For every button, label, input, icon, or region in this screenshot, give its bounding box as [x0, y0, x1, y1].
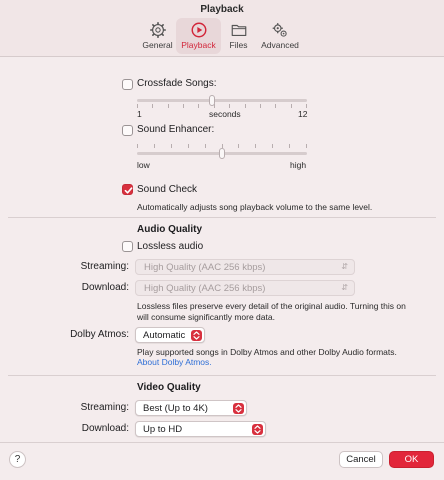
- video-download-popup[interactable]: Up to HD: [135, 421, 266, 437]
- play-circle-icon: [191, 22, 206, 38]
- window-title: Playback: [200, 4, 244, 15]
- lossless-description-line1: Lossless files preserve every detail of …: [137, 301, 406, 311]
- about-dolby-atmos-link[interactable]: About Dolby Atmos.: [137, 357, 212, 368]
- separator: [8, 217, 436, 218]
- slider-tick: [238, 144, 239, 148]
- slider-tick: [188, 144, 189, 148]
- slider-tick: [205, 144, 206, 148]
- separator: [8, 375, 436, 376]
- video-download-label: Download:: [81, 423, 129, 434]
- slider-tick: [168, 104, 169, 108]
- slider-tick: [137, 104, 138, 108]
- cancel-button[interactable]: Cancel: [339, 451, 383, 468]
- tab-files[interactable]: Files: [221, 18, 256, 54]
- slider-tick: [272, 144, 273, 148]
- sound-check-description: Automatically adjusts song playback volu…: [137, 202, 373, 212]
- audio-streaming-select[interactable]: High Quality (AAC 256 kbps) ⇵: [135, 259, 355, 275]
- sound-enhancer-label: Sound Enhancer:: [137, 124, 215, 135]
- video-streaming-label: Streaming:: [80, 402, 129, 413]
- video-streaming-popup[interactable]: Best (Up to 4K): [135, 400, 247, 416]
- chevron-updown-icon: [191, 330, 202, 341]
- tab-files-label: Files: [229, 40, 248, 50]
- slider-tick: [291, 104, 292, 108]
- ok-button[interactable]: OK: [389, 451, 434, 468]
- crossfade-min-label: 1: [137, 109, 142, 119]
- audio-download-label: Download:: [81, 282, 129, 293]
- sound-enhancer-checkbox[interactable]: [122, 125, 133, 136]
- slider-tick: [183, 104, 184, 108]
- slider-tick: [198, 104, 199, 108]
- chevron-updown-icon: [252, 424, 263, 435]
- audio-streaming-value: High Quality (AAC 256 kbps): [144, 262, 266, 273]
- tab-playback-label: Playback: [181, 40, 216, 50]
- slider-tick: [275, 104, 276, 108]
- crossfade-checkbox[interactable]: [122, 79, 133, 90]
- sound-enhancer-slider-knob[interactable]: [219, 148, 225, 159]
- crossfade-unit-label: seconds: [209, 109, 241, 119]
- slider-tick: [289, 144, 290, 148]
- gears-icon: [272, 23, 287, 37]
- tab-general-label: General: [142, 40, 173, 50]
- slider-tick: [137, 144, 138, 148]
- audio-download-select[interactable]: High Quality (AAC 256 kbps) ⇵: [135, 280, 355, 296]
- slider-tick: [260, 104, 261, 108]
- sound-check-label: Sound Check: [137, 184, 198, 195]
- video-quality-heading: Video Quality: [137, 382, 201, 393]
- slider-tick: [152, 104, 153, 108]
- gear-icon: [149, 21, 166, 39]
- dolby-atmos-label: Dolby Atmos:: [70, 329, 129, 340]
- tab-playback[interactable]: Playback: [176, 18, 221, 54]
- tab-general[interactable]: General: [139, 18, 176, 54]
- tab-advanced[interactable]: Advanced: [256, 18, 304, 54]
- video-download-value: Up to HD: [143, 424, 183, 435]
- chevron-updown-icon: [233, 403, 244, 414]
- footer-separator: [0, 442, 444, 443]
- crossfade-slider-knob[interactable]: [209, 95, 215, 106]
- crossfade-max-label: 12: [298, 109, 308, 119]
- crossfade-label: Crossfade Songs:: [137, 78, 217, 89]
- title-bar: Playback General Playback Files Advanced: [0, 0, 444, 57]
- tab-advanced-label: Advanced: [261, 40, 299, 50]
- chevron-updown-icon: ⇵: [341, 283, 348, 292]
- dolby-atmos-popup[interactable]: Automatic: [135, 327, 205, 343]
- slider-tick: [245, 104, 246, 108]
- slider-tick: [306, 104, 307, 108]
- slider-tick: [171, 144, 172, 148]
- sound-check-checkbox[interactable]: [122, 184, 133, 195]
- sound-enhancer-high-label: high: [290, 160, 307, 170]
- sound-enhancer-low-label: low: [137, 160, 150, 170]
- video-streaming-value: Best (Up to 4K): [143, 403, 208, 414]
- dolby-atmos-value: Automatic: [143, 330, 186, 341]
- chevron-updown-icon: ⇵: [341, 262, 348, 271]
- lossless-description-line2: will consume significantly more data.: [137, 312, 275, 322]
- lossless-audio-checkbox[interactable]: [122, 241, 133, 252]
- slider-tick: [255, 144, 256, 148]
- folder-icon: [231, 24, 246, 36]
- preferences-toolbar: General Playback Files Advanced: [139, 18, 304, 54]
- audio-quality-heading: Audio Quality: [137, 224, 202, 235]
- slider-tick: [306, 144, 307, 148]
- lossless-audio-label: Lossless audio: [137, 241, 204, 252]
- audio-download-value: High Quality (AAC 256 kbps): [144, 283, 266, 294]
- audio-streaming-label: Streaming:: [80, 261, 129, 272]
- crossfade-slider[interactable]: [137, 99, 307, 102]
- slider-tick: [229, 104, 230, 108]
- checkmark-icon: [124, 187, 133, 194]
- slider-tick: [154, 144, 155, 148]
- help-button[interactable]: ?: [9, 451, 26, 468]
